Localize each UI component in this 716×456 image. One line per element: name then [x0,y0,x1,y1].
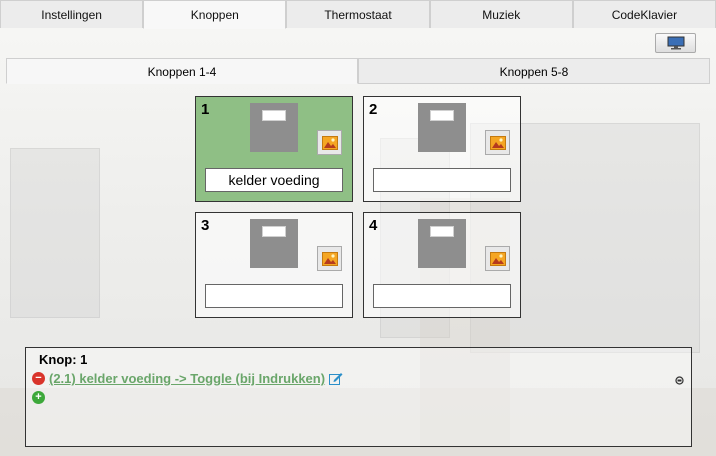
button-image-preview [250,103,298,152]
choose-image-button[interactable] [317,246,342,271]
remove-icon[interactable]: − [32,372,45,385]
button-panel-4[interactable]: 4 [363,212,521,318]
button-image-preview [418,219,466,268]
add-icon[interactable]: + [32,391,45,404]
add-action-row: + [32,389,45,404]
button-label-field[interactable] [373,284,511,308]
tab-knoppen-5-8[interactable]: Knoppen 5-8 [358,58,710,84]
tab-muziek[interactable]: Muziek [429,0,573,28]
image-icon [489,135,506,150]
button-number: 2 [369,101,378,118]
monitor-icon [667,36,684,50]
button-label-field[interactable] [205,284,343,308]
monitor-button[interactable] [655,33,696,53]
action-link[interactable]: (2.1) kelder voeding -> Toggle (bij Indr… [49,371,325,386]
tab-thermostaat[interactable]: Thermostaat [286,0,430,28]
tab-knoppen-1-4[interactable]: Knoppen 1-4 [6,58,358,84]
choose-image-button[interactable] [485,246,510,271]
button-page-tabs: Knoppen 1-4 Knoppen 5-8 [6,58,716,84]
small-bell-icon[interactable] [675,374,684,388]
selected-button-title: Knop: 1 [39,352,88,367]
tab-instellingen[interactable]: Instellingen [0,0,144,28]
button-number: 1 [201,101,210,118]
button-panel-2[interactable]: 2 [363,96,521,202]
edit-icon[interactable] [329,372,343,385]
choose-image-button[interactable] [317,130,342,155]
button-number: 4 [369,217,378,234]
button-image-preview [250,219,298,268]
action-row: − (2.1) kelder voeding -> Toggle (bij In… [32,371,343,386]
tab-codeklavier[interactable]: CodeKlavier [572,0,716,28]
button-panel-1[interactable]: 1 kelder voeding [195,96,353,202]
choose-image-button[interactable] [485,130,510,155]
button-number: 3 [201,217,210,234]
button-action-panel: Knop: 1 − (2.1) kelder voeding -> Toggle… [25,347,692,447]
button-label-field[interactable] [373,168,511,192]
main-tab-bar: Instellingen Knoppen Thermostaat Muziek … [0,0,716,29]
button-image-preview [418,103,466,152]
button-panel-3[interactable]: 3 [195,212,353,318]
button-label-field[interactable]: kelder voeding [205,168,343,192]
image-icon [489,251,506,266]
image-icon [321,251,338,266]
tab-knoppen[interactable]: Knoppen [143,0,287,29]
image-icon [321,135,338,150]
